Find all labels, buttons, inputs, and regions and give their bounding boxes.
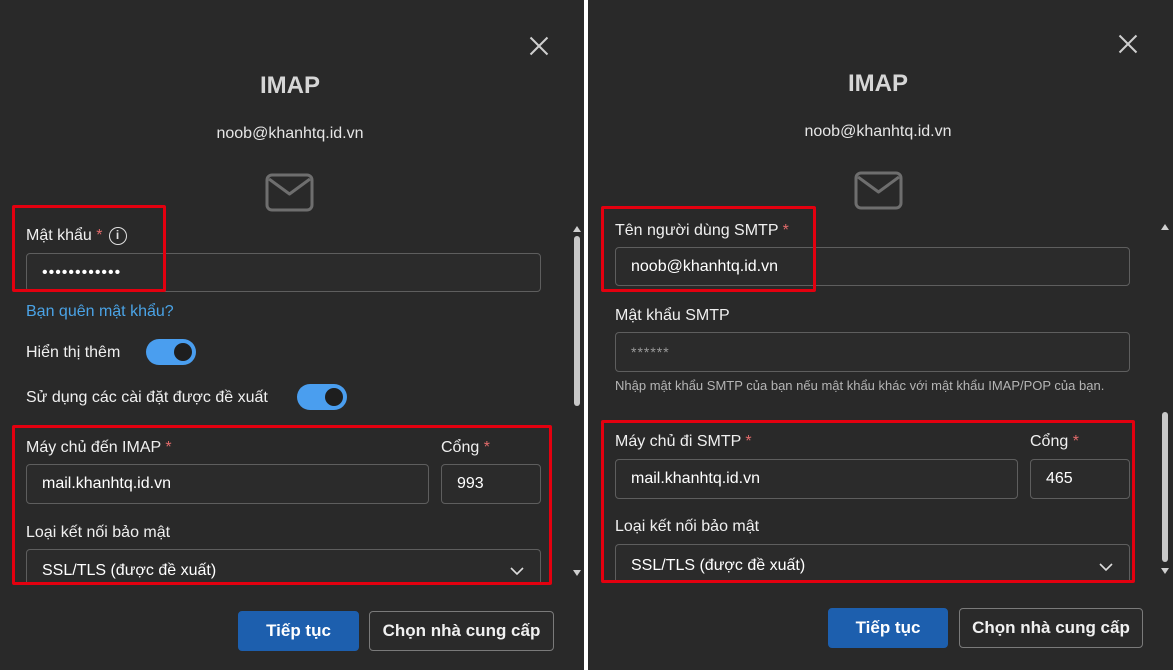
smtp-password-hint: Nhập mật khẩu SMTP của bạn nếu mật khẩu …	[615, 378, 1105, 393]
scroll-up-arrow[interactable]	[1161, 224, 1169, 230]
close-icon[interactable]	[528, 35, 550, 57]
security-type-label: Loại kết nối bảo mật	[615, 518, 760, 535]
outgoing-server-input[interactable]: mail.khanhtq.id.vn	[615, 459, 1018, 499]
scroll-thumb[interactable]	[1162, 412, 1168, 562]
smtp-username-input[interactable]: noob@khanhtq.id.vn	[615, 247, 1130, 286]
chevron-down-icon	[510, 566, 524, 575]
smtp-password-input[interactable]: ******	[615, 332, 1130, 372]
imap-settings-panel: IMAP noob@khanhtq.id.vn Mật khẩu * i ••••…	[0, 0, 584, 670]
account-email: noob@khanhtq.id.vn	[804, 123, 952, 140]
smtp-password-label: Mật khẩu SMTP	[615, 307, 730, 324]
continue-button[interactable]: Tiếp tục	[828, 608, 948, 648]
chevron-down-icon	[1099, 562, 1113, 571]
port-input[interactable]: 993	[441, 464, 541, 504]
close-icon[interactable]	[1117, 33, 1139, 55]
incoming-server-input[interactable]: mail.khanhtq.id.vn	[26, 464, 429, 504]
mail-icon	[265, 173, 314, 212]
incoming-server-label: Máy chủ đến IMAP *	[26, 439, 172, 456]
security-type-select[interactable]: SSL/TLS (được đề xuất)	[615, 544, 1130, 582]
toggle-knob	[174, 343, 192, 361]
account-email: noob@khanhtq.id.vn	[216, 125, 364, 142]
security-type-label: Loại kết nối bảo mật	[26, 524, 171, 541]
port-label: Cổng *	[441, 439, 490, 456]
security-type-select[interactable]: SSL/TLS (được đề xuất)	[26, 549, 541, 585]
scroll-down-arrow[interactable]	[1161, 568, 1169, 574]
outgoing-server-label: Máy chủ đi SMTP *	[615, 433, 752, 450]
port-input[interactable]: 465	[1030, 459, 1130, 499]
choose-provider-button[interactable]: Chọn nhà cung cấp	[959, 608, 1143, 648]
password-label: Mật khẩu * i	[26, 227, 127, 245]
dialog-title: IMAP	[848, 70, 908, 97]
dialog-title: IMAP	[260, 72, 320, 99]
choose-provider-button[interactable]: Chọn nhà cung cấp	[369, 611, 554, 651]
toggle-knob	[325, 388, 343, 406]
show-more-label: Hiển thị thêm	[26, 344, 121, 361]
recommended-settings-toggle[interactable]	[297, 384, 347, 410]
show-more-toggle[interactable]	[146, 339, 196, 365]
smtp-settings-panel: IMAP noob@khanhtq.id.vn Tên người dùng S…	[588, 0, 1173, 670]
scrollbar[interactable]	[1159, 220, 1171, 578]
password-field[interactable]: ••••••••••••	[26, 253, 541, 292]
scroll-down-arrow[interactable]	[573, 570, 581, 576]
forgot-password-link[interactable]: Bạn quên mật khẩu?	[26, 303, 174, 321]
scroll-up-arrow[interactable]	[573, 226, 581, 232]
info-icon[interactable]: i	[108, 227, 127, 245]
scroll-thumb[interactable]	[574, 236, 580, 406]
continue-button[interactable]: Tiếp tục	[238, 611, 359, 651]
recommended-settings-label: Sử dụng các cài đặt được đề xuất	[26, 389, 268, 406]
port-label: Cổng *	[1030, 433, 1079, 450]
scrollbar[interactable]	[571, 222, 583, 580]
smtp-username-label: Tên người dùng SMTP *	[615, 222, 789, 239]
mail-icon	[854, 171, 903, 210]
